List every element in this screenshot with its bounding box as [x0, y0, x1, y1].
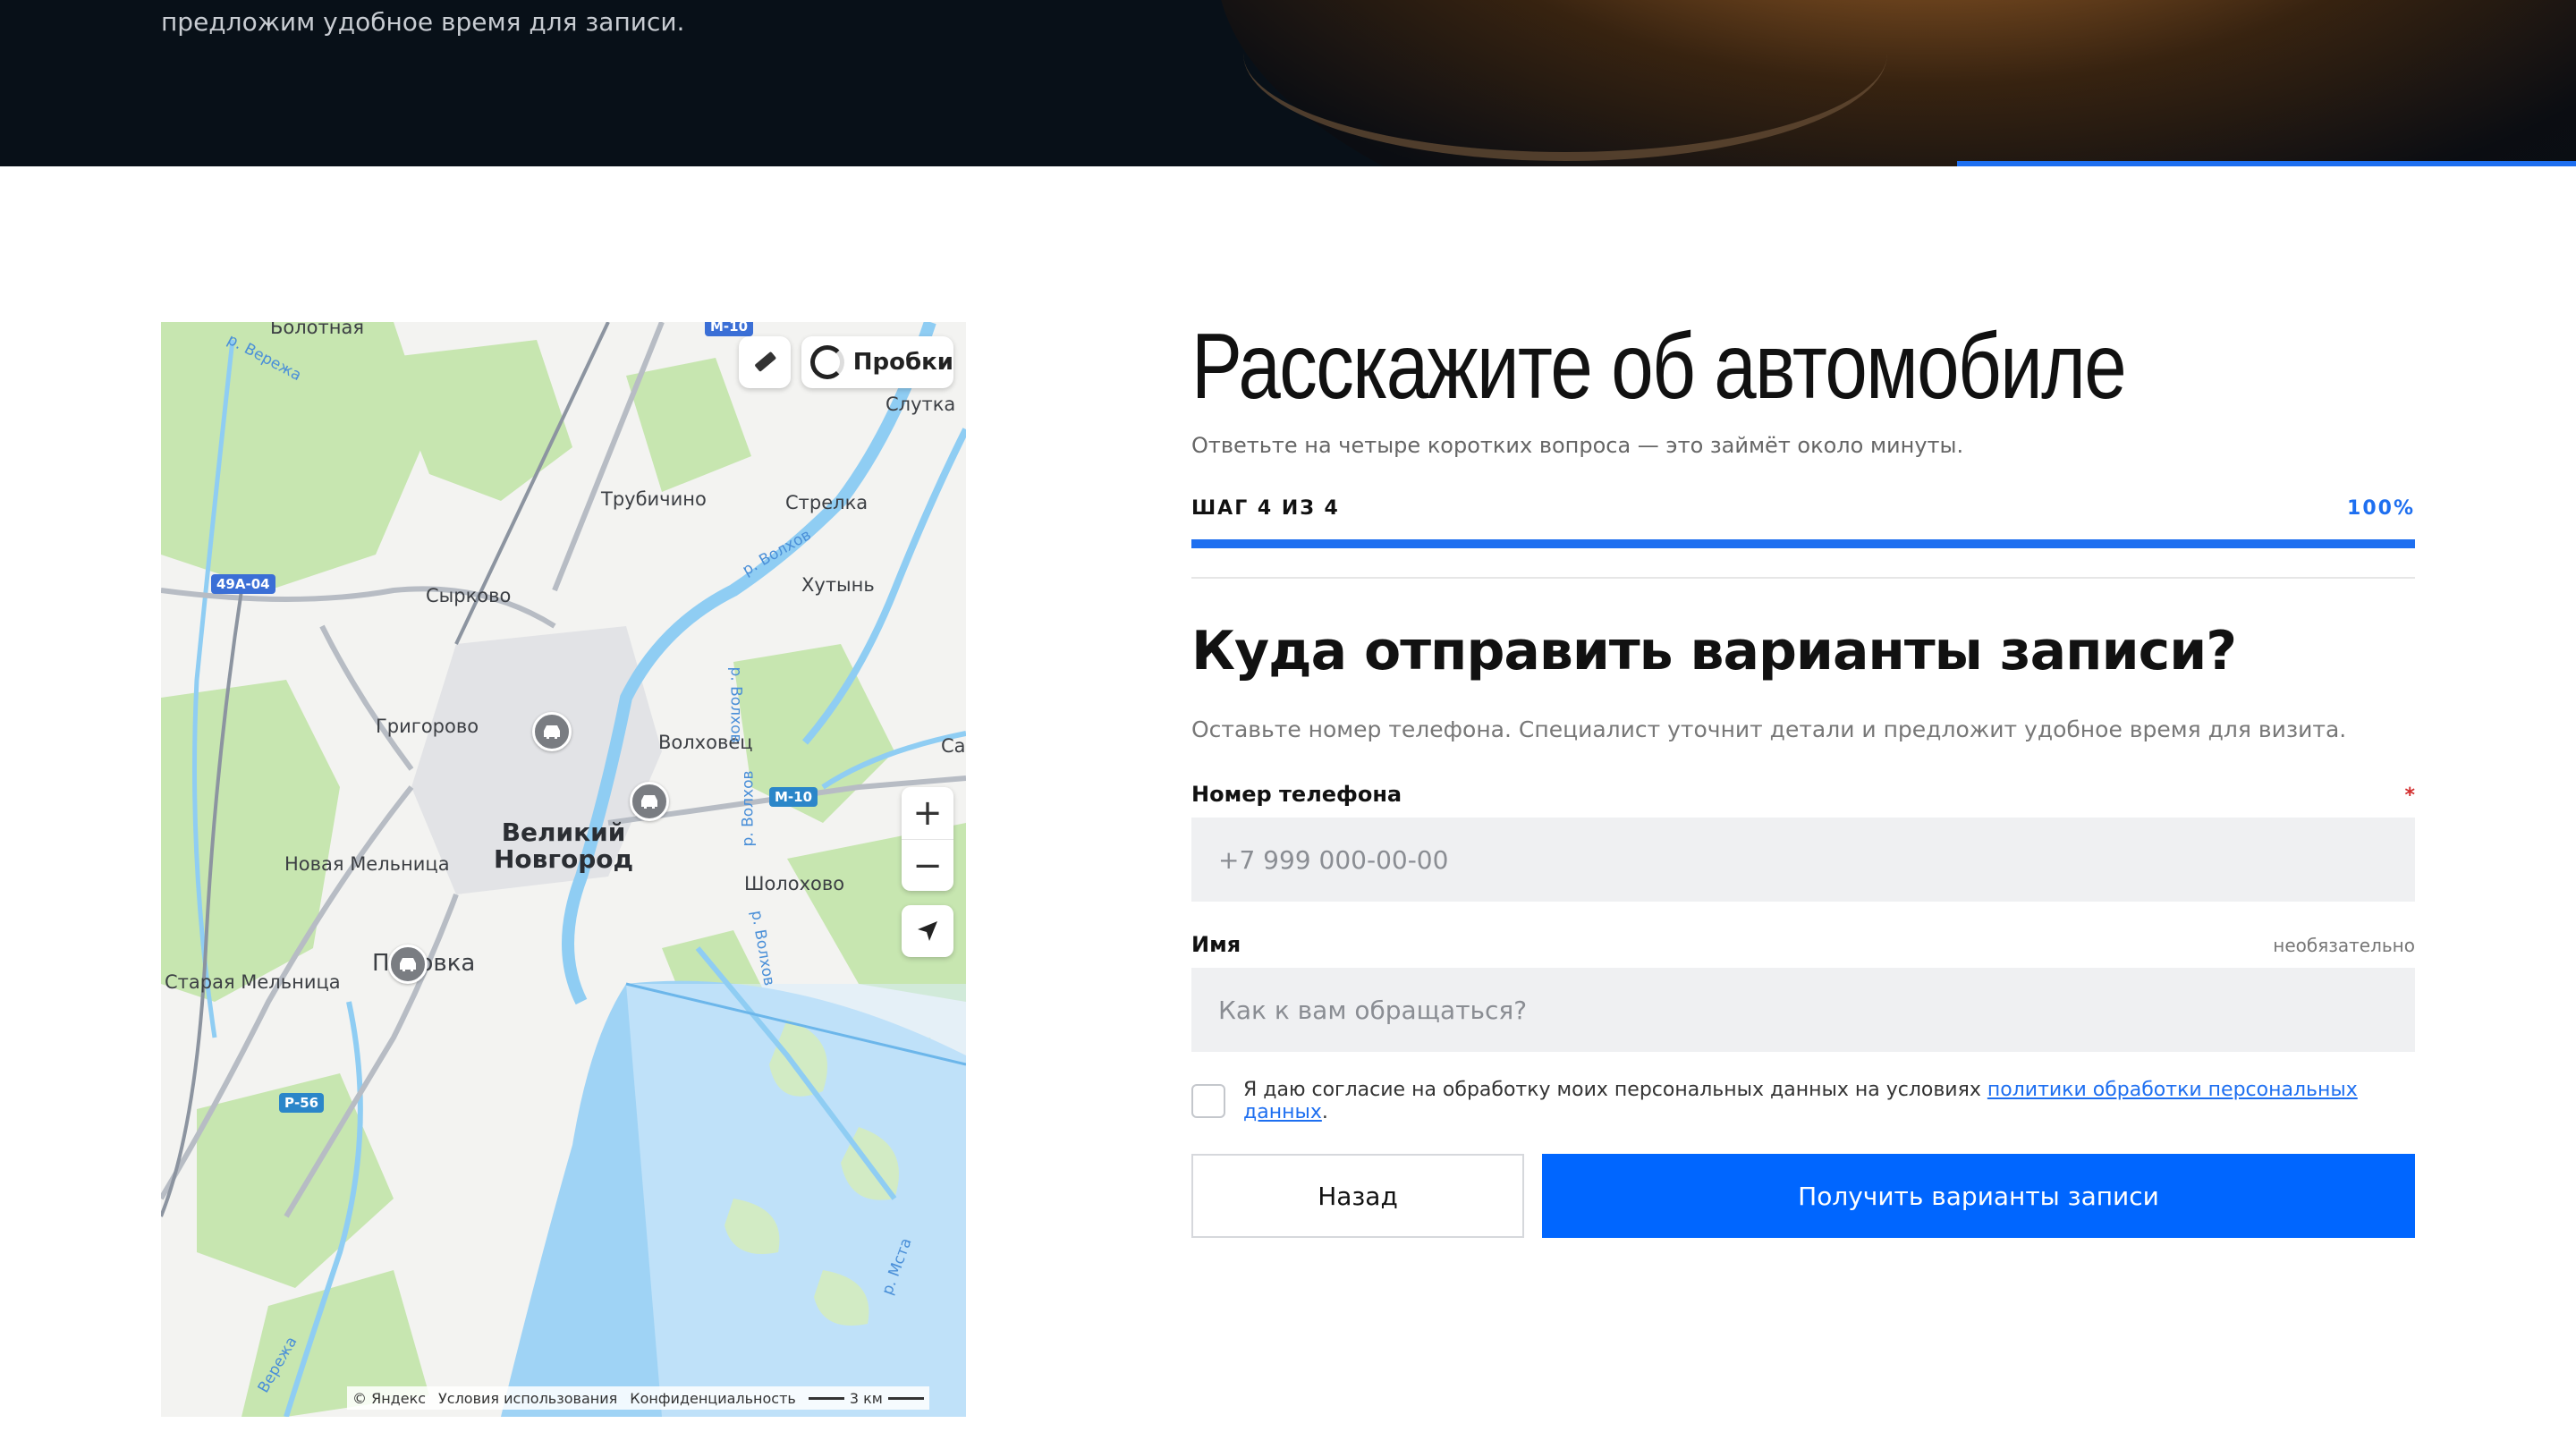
map-terms-link[interactable]: Условия использования	[438, 1390, 617, 1407]
form-title: Расскажите об автомобиле	[1191, 315, 2127, 419]
map-scale-label: 3 км	[849, 1389, 883, 1407]
question-title: Куда отправить варианты записи?	[1191, 620, 2237, 682]
traffic-label: Пробки	[852, 349, 953, 376]
route-badge: М-10	[705, 322, 754, 336]
map-scale: 3 км	[808, 1389, 924, 1407]
car-icon	[400, 958, 416, 971]
map-label-khutyn: Хутынь	[801, 574, 875, 596]
map-label-grigorovo: Григорово	[376, 716, 479, 737]
map-label-slutka: Слутка	[886, 394, 956, 415]
map-label-syrkovo: Сырково	[426, 585, 512, 606]
form-buttons: Назад Получить варианты записи	[1191, 1154, 2415, 1238]
map-label-strelka: Стрелка	[785, 492, 869, 513]
step-label: ШАГ 4 ИЗ 4	[1191, 497, 1340, 520]
consent-checkbox[interactable]	[1191, 1084, 1225, 1118]
map-privacy-link[interactable]: Конфиденциальность	[630, 1390, 796, 1407]
zoom-in-button[interactable]: +	[902, 787, 953, 839]
traffic-button[interactable]: Пробки	[801, 336, 953, 388]
map-label-sa: Са	[941, 735, 966, 757]
yandex-map[interactable]: Болотная Слутка Трубичино Стрелка Сырков…	[161, 322, 966, 1417]
consent-text-wrap: Я даю согласие на обработку моих персона…	[1243, 1079, 2415, 1123]
map-label-shcholokhovo: Шолохово	[744, 873, 845, 894]
zoom-out-button[interactable]: −	[902, 839, 953, 891]
booking-form: Расскажите об автомобиле Ответьте на чет…	[1191, 304, 2415, 1238]
car-service-marker[interactable]	[532, 712, 572, 751]
map-river-label: р. Волхов	[726, 666, 745, 743]
hero-banner: предложим удобное время для записи.	[0, 0, 2576, 166]
ruler-icon	[755, 352, 776, 372]
map-copyright[interactable]: © Яндекс	[352, 1390, 426, 1407]
hero-text: предложим удобное время для записи.	[161, 7, 685, 37]
divider	[1191, 577, 2415, 579]
car-icon	[544, 725, 560, 739]
name-field-header: Имя необязательно	[1191, 932, 2415, 957]
hero-accent-line	[1957, 161, 2576, 166]
car-service-marker[interactable]	[388, 945, 428, 984]
map-river-label: р. Волхов	[739, 770, 758, 847]
consent-text: Я даю согласие на обработку моих персона…	[1243, 1079, 1987, 1101]
form-subtitle: Ответьте на четыре коротких вопроса — эт…	[1191, 433, 1964, 458]
location-arrow-icon	[918, 921, 937, 941]
route-badge: 49А-04	[211, 574, 275, 594]
map-label-staraya-melnitsa: Старая Мельница	[165, 971, 341, 993]
geolocation-button[interactable]	[902, 905, 953, 957]
traffic-icon	[810, 345, 844, 379]
back-button[interactable]: Назад	[1191, 1154, 1524, 1238]
phone-label: Номер телефона	[1191, 782, 1402, 807]
step-indicator: ШАГ 4 ИЗ 4 100%	[1191, 497, 2415, 520]
route-badge: М-10	[769, 787, 818, 807]
consent-row: Я даю согласие на обработку моих персона…	[1191, 1079, 2415, 1123]
optional-hint: необязательно	[2273, 935, 2415, 956]
ruler-button[interactable]	[739, 336, 791, 388]
car-icon	[641, 795, 657, 809]
step-percent: 100%	[2347, 497, 2415, 520]
name-label: Имя	[1191, 932, 1241, 957]
phone-input[interactable]	[1191, 818, 2415, 902]
progress-bar	[1191, 539, 2415, 548]
route-badge: Р-56	[279, 1093, 325, 1113]
submit-button[interactable]: Получить варианты записи	[1542, 1154, 2415, 1238]
phone-field-header: Номер телефона *	[1191, 782, 2415, 807]
name-input[interactable]	[1191, 968, 2415, 1052]
map-label-city: Великий Новгород	[494, 818, 634, 874]
map-label-bolotnaya: Болотная	[270, 322, 364, 338]
zoom-controls: + −	[902, 787, 953, 891]
car-service-marker[interactable]	[630, 782, 669, 821]
map-footer: © Яндекс Условия использования Конфиденц…	[347, 1386, 929, 1410]
consent-tail: .	[1321, 1101, 1328, 1123]
map-label-trubichino: Трубичино	[601, 488, 707, 510]
required-mark: *	[2404, 784, 2415, 807]
question-description: Оставьте номер телефона. Специалист уточ…	[1191, 716, 2347, 742]
progress-fill	[1191, 539, 2415, 548]
map-label-novaya-melnitsa: Новая Мельница	[284, 853, 450, 875]
